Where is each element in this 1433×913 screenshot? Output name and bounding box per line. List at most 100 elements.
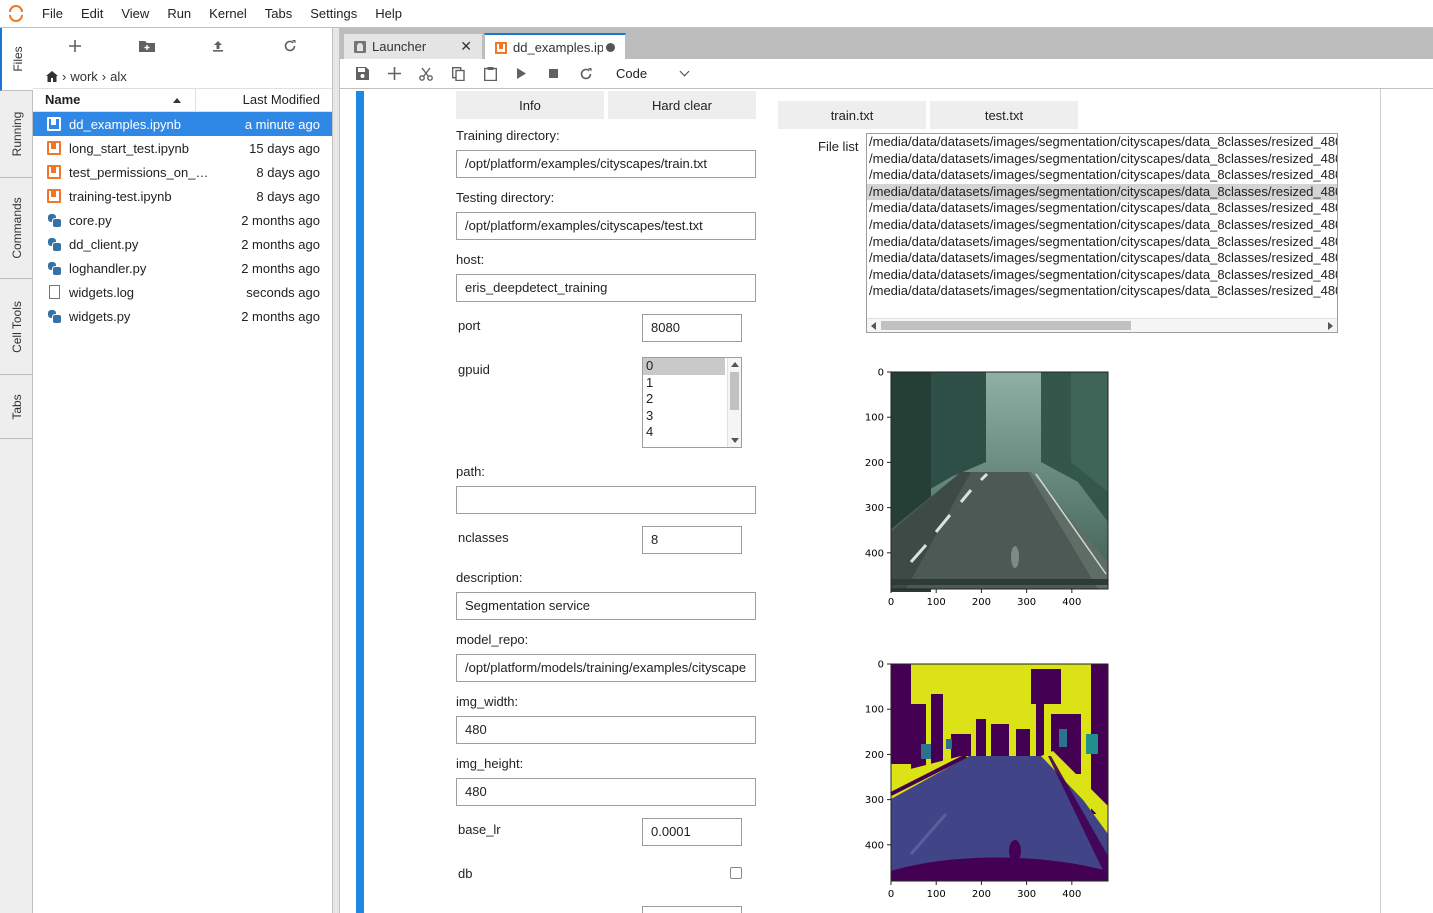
column-modified-header[interactable]: Last Modified: [196, 89, 332, 111]
file-list-item[interactable]: /media/data/datasets/images/segmentation…: [867, 250, 1337, 267]
file-list-item[interactable]: /media/data/datasets/images/segmentation…: [867, 183, 1337, 201]
interrupt-button[interactable]: [538, 62, 570, 86]
file-row[interactable]: long_start_test.ipynb 15 days ago: [33, 136, 332, 160]
tab-commands[interactable]: Commands: [0, 178, 33, 279]
menu-tabs[interactable]: Tabs: [256, 0, 301, 28]
host-input[interactable]: eris_deepdetect_training: [456, 274, 756, 302]
gpuid-option[interactable]: 1: [643, 375, 725, 392]
plus-icon: [387, 67, 401, 80]
file-modified: 2 months ago: [241, 236, 320, 252]
file-list-item[interactable]: /media/data/datasets/images/segmentation…: [867, 200, 1337, 217]
train-txt-tab[interactable]: train.txt: [778, 101, 926, 129]
scroll-down-icon[interactable]: [731, 438, 739, 443]
upload-button[interactable]: [203, 34, 233, 58]
tab-files[interactable]: Files: [0, 28, 33, 91]
tab-dd-examples[interactable]: dd_examples.ip: [484, 33, 626, 60]
gpuid-option[interactable]: 3: [643, 408, 725, 425]
file-list-item[interactable]: /media/data/datasets/images/segmentation…: [867, 217, 1337, 234]
file-row[interactable]: loghandler.py 2 months ago: [33, 256, 332, 280]
test-txt-tab[interactable]: test.txt: [930, 101, 1078, 129]
file-list-item[interactable]: /media/data/datasets/images/segmentation…: [867, 134, 1337, 151]
restart-kernel-button[interactable]: [570, 62, 602, 86]
menu-run[interactable]: Run: [158, 0, 200, 28]
file-row[interactable]: training-test.ipynb 8 days ago: [33, 184, 332, 208]
insert-cell-button[interactable]: [378, 62, 410, 86]
tab-running[interactable]: Running: [0, 91, 33, 178]
file-list-h-scrollbar[interactable]: [867, 318, 1337, 332]
copy-button[interactable]: [442, 62, 474, 86]
file-list-item[interactable]: /media/data/datasets/images/segmentation…: [867, 283, 1337, 300]
scroll-left-icon[interactable]: [871, 322, 876, 330]
file-modified: 2 months ago: [241, 260, 320, 276]
gpuid-option[interactable]: 2: [643, 391, 725, 408]
cut-button[interactable]: [410, 62, 442, 86]
scrollbar-thumb[interactable]: [730, 372, 739, 410]
file-list-item[interactable]: /media/data/datasets/images/segmentation…: [867, 267, 1337, 284]
close-icon[interactable]: ✕: [460, 38, 472, 55]
port-input[interactable]: 8080: [642, 314, 742, 342]
file-list-item[interactable]: /media/data/datasets/images/segmentation…: [867, 151, 1337, 168]
file-row[interactable]: core.py 2 months ago: [33, 208, 332, 232]
tab-launcher[interactable]: Launcher ✕: [343, 33, 483, 59]
menu-file[interactable]: File: [33, 0, 72, 28]
menu-view[interactable]: View: [112, 0, 158, 28]
file-row[interactable]: widgets.py 2 months ago: [33, 304, 332, 328]
run-button[interactable]: [506, 62, 538, 86]
notebook-toolbar: Code: [340, 59, 1433, 89]
menu-edit[interactable]: Edit: [72, 0, 112, 28]
home-icon[interactable]: [46, 70, 58, 82]
paste-button[interactable]: [474, 62, 506, 86]
panel-splitter[interactable]: [333, 28, 340, 913]
file-name: dd_client.py: [69, 236, 139, 252]
hard-clear-button[interactable]: Hard clear: [608, 91, 756, 119]
tab-dd-examples-label: dd_examples.ip: [513, 40, 603, 55]
base-lr-input[interactable]: 0.0001: [642, 818, 742, 846]
db-checkbox[interactable]: [730, 867, 742, 879]
gpuid-option[interactable]: 0: [643, 358, 725, 375]
scroll-up-icon[interactable]: [731, 362, 739, 367]
new-folder-button[interactable]: [132, 34, 162, 58]
file-list-item[interactable]: /media/data/datasets/images/segmentation…: [867, 167, 1337, 184]
scroll-right-icon[interactable]: [1328, 322, 1333, 330]
training-dir-input[interactable]: /opt/platform/examples/cityscapes/train.…: [456, 150, 756, 178]
gpuid-option[interactable]: 4: [643, 424, 725, 441]
menu-kernel[interactable]: Kernel: [200, 0, 256, 28]
model-repo-input[interactable]: /opt/platform/models/training/examples/c…: [456, 654, 756, 682]
description-input[interactable]: Segmentation service: [456, 592, 756, 620]
nclasses-input[interactable]: 8: [642, 526, 742, 554]
menu-help[interactable]: Help: [366, 0, 411, 28]
street-image-figure: 0 100 200 300 400 0 100 200 300 400: [865, 368, 1109, 608]
scrollbar-thumb[interactable]: [881, 321, 1131, 330]
x-tick-label: 400: [1062, 597, 1081, 608]
unsaved-indicator-icon[interactable]: [606, 43, 615, 52]
file-row[interactable]: test_permissions_on_… 8 days ago: [33, 160, 332, 184]
path-input[interactable]: [456, 486, 756, 514]
img-width-input[interactable]: 480: [456, 716, 756, 744]
active-cell-indicator[interactable]: [356, 91, 364, 913]
cell-type-value: Code: [616, 66, 648, 81]
next-field-input[interactable]: [642, 906, 742, 913]
gpuid-select[interactable]: 01234: [642, 357, 742, 448]
menu-settings[interactable]: Settings: [301, 0, 366, 28]
breadcrumb-alx[interactable]: alx: [110, 69, 127, 84]
file-row[interactable]: dd_client.py 2 months ago: [33, 232, 332, 256]
gpuid-scrollbar[interactable]: [727, 358, 741, 447]
tab-cell-tools[interactable]: Cell Tools: [0, 279, 33, 375]
file-modified: a minute ago: [244, 116, 320, 132]
save-button[interactable]: [346, 62, 378, 86]
file-name: loghandler.py: [69, 260, 147, 276]
testing-dir-input[interactable]: /opt/platform/examples/cityscapes/test.t…: [456, 212, 756, 240]
img-height-input[interactable]: 480: [456, 778, 756, 806]
file-list-select[interactable]: /media/data/datasets/images/segmentation…: [866, 133, 1338, 333]
file-row[interactable]: dd_examples.ipynb a minute ago: [33, 112, 332, 136]
info-button[interactable]: Info: [456, 91, 604, 119]
breadcrumb-work[interactable]: work: [70, 69, 97, 84]
file-row[interactable]: widgets.log seconds ago: [33, 280, 332, 304]
refresh-button[interactable]: [275, 34, 305, 58]
tab-files-label: Files: [10, 46, 25, 72]
tab-tabs[interactable]: Tabs: [0, 375, 33, 439]
column-name-header[interactable]: Name: [33, 89, 196, 111]
file-list-item[interactable]: /media/data/datasets/images/segmentation…: [867, 234, 1337, 251]
new-launcher-button[interactable]: [60, 34, 90, 58]
cell-type-select[interactable]: Code: [614, 63, 690, 85]
